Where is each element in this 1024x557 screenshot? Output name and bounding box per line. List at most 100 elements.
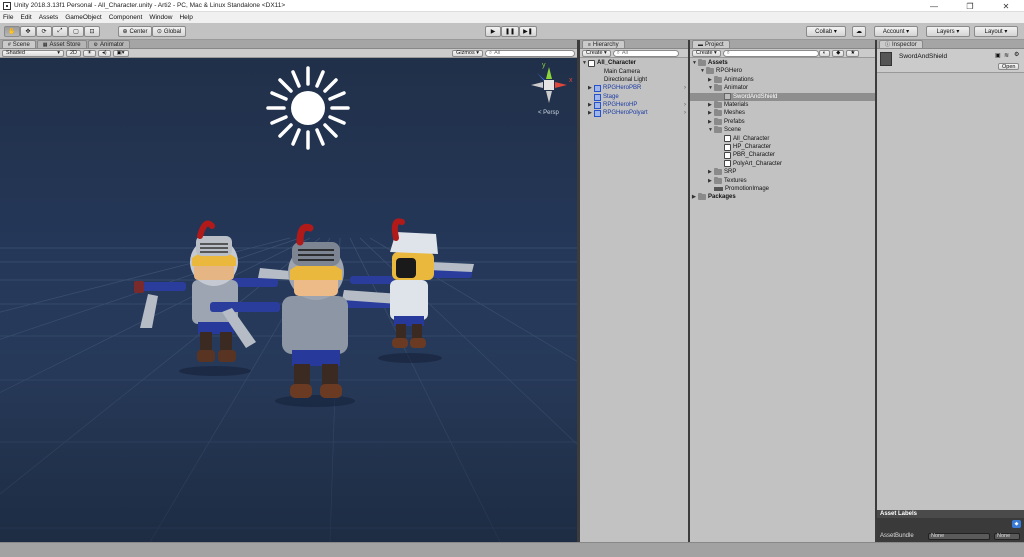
help-book-icon[interactable]: ▣ [995,52,1001,59]
asset-variant-dropdown[interactable]: None [994,532,1020,540]
hierarchy-item-rpgheropbr[interactable]: ▶ RPGHeroPBR › [588,84,686,92]
asset-labels-header[interactable]: Asset Labels [877,510,1024,518]
open-button[interactable]: Open [998,63,1020,70]
hierarchy-item-stage[interactable]: Stage [588,93,619,101]
tab-inspector[interactable]: ⓘ Inspector [879,40,923,48]
project-item-assets[interactable]: ▼ Assets [692,59,728,67]
project-item-hp-character[interactable]: HP_Character [718,143,771,151]
rotate-tool-button[interactable]: ⟳ [36,26,52,37]
move-tool-button[interactable]: ✥ [20,26,36,37]
scene-viewport[interactable]: y x < Persp [0,58,577,557]
menu-assets[interactable]: Assets [39,14,59,21]
menu-component[interactable]: Component [109,14,143,21]
project-item-materials[interactable]: ▶ Materials [708,101,748,109]
project-item-label: SRP [724,169,737,176]
pause-button[interactable]: ❚❚ [501,26,519,37]
project-item-label: HP_Character [733,144,772,150]
menu-gameobject[interactable]: GameObject [65,14,102,21]
maximize-button[interactable]: ❐ [952,0,988,12]
menu-edit[interactable]: Edit [20,14,31,21]
inspector-header: SwordAndShield ▣ ≋ ⚙ Open [877,49,1024,73]
window-controls: — ❐ ✕ [916,0,1024,12]
account-dropdown[interactable]: Account ▾ [874,26,918,37]
scene-icon [588,59,595,67]
cloud-button[interactable]: ☁ [852,26,866,37]
chevron-right-icon[interactable]: › [684,110,686,116]
project-search-input[interactable]: ⌕ [722,49,819,57]
pivot-global-toggle[interactable]: ⊙ Global [152,26,186,37]
project-item-meshes[interactable]: ▶ Meshes [708,109,745,117]
project-item-animations[interactable]: ▶ Animations [708,75,754,84]
folder-icon: ▬ [698,41,703,48]
layout-dropdown[interactable]: Layout ▾ [974,26,1018,37]
project-item-pbr-character[interactable]: PBR_Character [718,151,775,159]
hierarchy-item-rpgheropolyart[interactable]: ▶ RPGHeroPolyart › [588,109,686,117]
hand-tool-button[interactable]: ✋ [4,26,20,37]
persp-label[interactable]: < Persp [538,110,560,116]
hierarchy-panel: ≡ Hierarchy Create ▾ ⌕ All ▼ All_Character … [580,40,688,542]
shading-mode-dropdown[interactable]: Shaded ▾ [2,49,64,57]
project-item-swordandshield[interactable]: SwordAndShield [690,92,875,101]
scene-file-icon [724,135,731,143]
collab-dropdown[interactable]: Collab ▾ [806,26,846,37]
scene-file-icon [724,160,731,168]
menu-help[interactable]: Help [179,14,192,21]
step-button[interactable]: ▶❚ [519,26,537,37]
scene-search-input[interactable]: ⌕ All [485,49,575,57]
project-item-scene[interactable]: ▼ Scene [708,126,741,134]
project-item-prefabs[interactable]: ▶ Prefabs [708,117,745,126]
settings-gear-icon[interactable]: ⚙ [1014,51,1019,58]
project-item-label: Assets [708,60,728,66]
menu-window[interactable]: Window [149,14,172,21]
folder-icon [714,109,722,117]
filter-by-type-icon[interactable]: ◐ [818,49,831,57]
hierarchy-item-directional-light[interactable]: Directional Light [594,76,647,84]
tab-hierarchy[interactable]: ≡ Hierarchy [582,40,625,48]
rect-tool-button[interactable]: ▢ [68,26,84,37]
label-tag-icon[interactable]: ◆ [1012,520,1021,528]
menu-file[interactable]: File [3,14,13,21]
scale-tool-button[interactable]: ⤢ [52,26,68,37]
gizmos-dropdown[interactable]: Gizmos ▾ [452,49,483,57]
main-toolbar: ✋ ✥ ⟳ ⤢ ▢ ⊡ ⊕ Center ⊙ Global ▶ ❚❚ ▶❚ Coll… [0,23,1024,40]
project-item-label: Prefabs [724,118,745,125]
layers-dropdown[interactable]: Layers ▾ [926,26,970,37]
chevron-right-icon[interactable]: › [684,85,686,91]
project-item-srp[interactable]: ▶ SRP [708,168,736,176]
asset-bundle-dropdown[interactable]: None [928,532,990,540]
preset-icon[interactable]: ≋ [1004,52,1009,59]
tab-project[interactable]: ▬ Project [692,40,730,48]
project-item-rpghero[interactable]: ▼ RPGHero [700,67,742,75]
project-item-packages[interactable]: ▶ Packages [692,193,736,201]
project-item-textures[interactable]: ▶ Textures [708,176,747,185]
project-item-promotionimage[interactable]: PromotionImage [708,185,769,193]
lighting-toggle-icon[interactable]: ☀ [83,49,96,57]
hierarchy-create-button[interactable]: Create ▾ [582,49,611,57]
minimize-button[interactable]: — [916,0,952,12]
animator-controller-icon [724,93,731,101]
audio-toggle-icon[interactable]: ◂) [97,49,111,57]
inspector-object-name: SwordAndShield [899,53,948,60]
hierarchy-item-rpgherohp[interactable]: ▶ RPGHeroHP › [588,101,686,109]
favorite-star-icon[interactable]: ★ [846,49,860,57]
close-button[interactable]: ✕ [988,0,1024,12]
tab-asset-store[interactable]: ▦ Asset Store [36,40,87,48]
project-item-polyart-character[interactable]: PolyArt_Character [718,160,782,168]
tab-animator[interactable]: ⚙ Animator [87,40,131,48]
tab-scene[interactable]: # Scene [2,40,36,48]
project-item-all-character[interactable]: All_Character [718,135,769,143]
project-create-button[interactable]: Create ▾ [692,49,721,57]
project-item-label: PromotionImage [725,186,770,192]
window-title: Unity 2018.3.13f1 Personal - All_Charact… [14,2,286,9]
pivot-center-toggle[interactable]: ⊕ Center [118,26,152,37]
2d-toggle[interactable]: 2D [66,49,82,57]
effects-dropdown-icon[interactable]: ▣▾ [112,49,129,57]
project-item-animator[interactable]: ▼ Animator [708,84,748,92]
hierarchy-scene-root[interactable]: ▼ All_Character [582,59,636,67]
filter-by-label-icon[interactable]: ◆ [832,49,845,57]
play-button[interactable]: ▶ [485,26,501,37]
hierarchy-item-main-camera[interactable]: Main Camera [594,68,640,76]
chevron-right-icon[interactable]: › [684,102,686,108]
hierarchy-search-input[interactable]: ⌕ All [612,49,679,57]
transform-tool-button[interactable]: ⊡ [84,26,100,37]
